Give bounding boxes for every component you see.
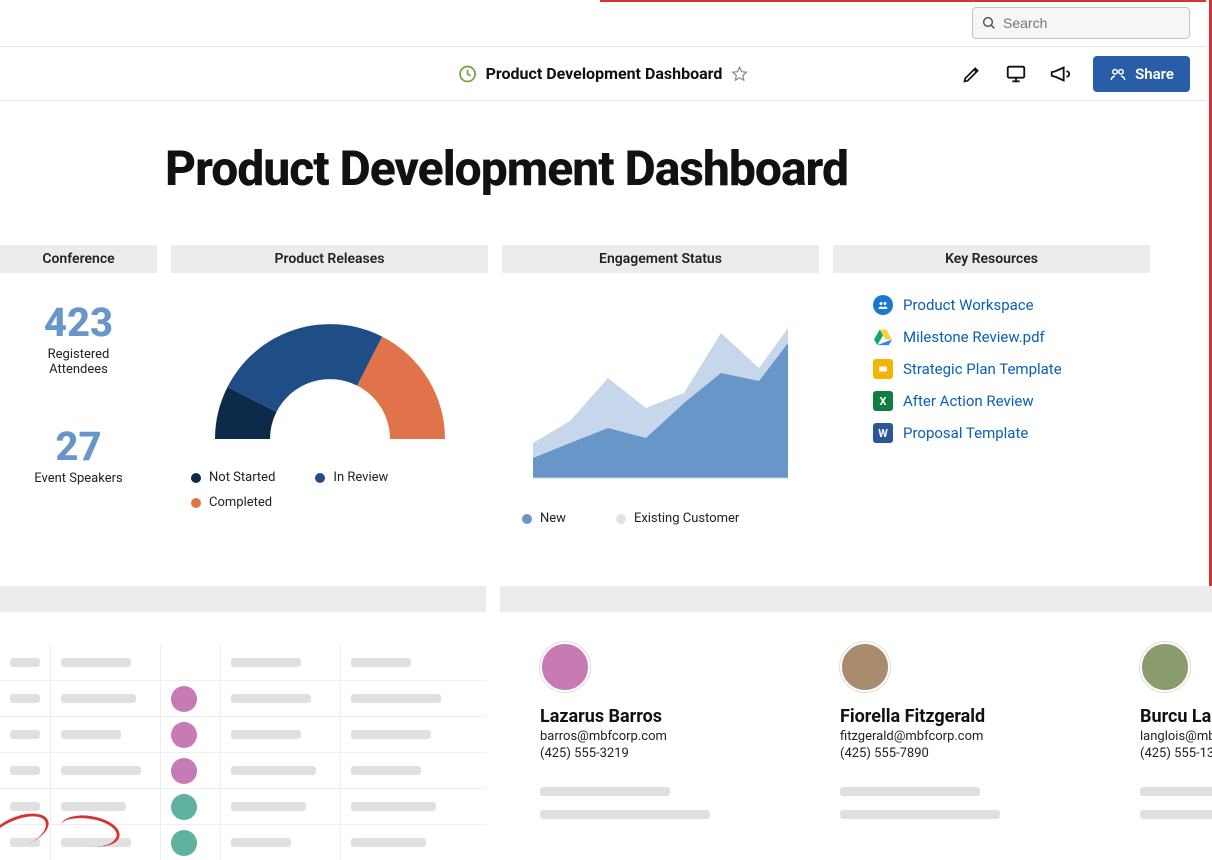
legend-new: New — [522, 511, 566, 526]
contact-name: Lazarus Barros — [540, 706, 800, 727]
area-chart — [528, 293, 793, 483]
avatar — [171, 794, 197, 820]
avatar — [171, 830, 197, 856]
avatar — [171, 686, 197, 712]
monitor-icon — [1005, 63, 1027, 85]
stat-registered-attendees-value: 423 — [0, 303, 157, 343]
resource-after-action-review[interactable]: X After Action Review — [873, 391, 1150, 411]
title-bar: Product Development Dashboard Share — [0, 47, 1206, 101]
card-header-resources: Key Resources — [833, 245, 1150, 273]
avatar — [840, 642, 890, 692]
avatar — [540, 642, 590, 692]
card-header-releases: Product Releases — [171, 245, 488, 273]
legend-completed: Completed — [191, 495, 272, 510]
panel-table-header — [0, 586, 486, 612]
table-row[interactable] — [0, 680, 486, 716]
contact-card[interactable]: Fiorella Fitzgerald fitzgerald@mbfcorp.c… — [840, 642, 1100, 819]
resource-proposal-template[interactable]: W Proposal Template — [873, 423, 1150, 443]
stat-event-speakers-label: Event Speakers — [0, 471, 157, 486]
contact-phone: (425) 555-7890 — [840, 746, 1100, 761]
google-slides-icon — [873, 359, 893, 379]
legend-not-started: Not Started — [191, 470, 275, 485]
resource-product-workspace[interactable]: Product Workspace — [873, 295, 1150, 315]
contact-email: barros@mbfcorp.com — [540, 729, 800, 744]
avatar — [171, 722, 197, 748]
search-input[interactable] — [1003, 15, 1184, 31]
panel-contacts: Lazarus Barros barros@mbfcorp.com (425) … — [500, 586, 1212, 860]
contact-email: langlois@mbfcorp.com — [1140, 729, 1212, 744]
avatar — [1140, 642, 1190, 692]
engagement-legend: New Existing Customer — [522, 511, 819, 526]
resource-strategic-plan[interactable]: Strategic Plan Template — [873, 359, 1150, 379]
stat-registered-attendees-label: Registered Attendees — [0, 347, 157, 377]
table-row[interactable] — [0, 752, 486, 788]
announce-button[interactable] — [1049, 63, 1071, 85]
word-icon: W — [873, 423, 893, 443]
dashboard-icon — [458, 64, 478, 84]
card-header-engagement: Engagement Status — [502, 245, 819, 273]
card-conference: Conference 423 Registered Attendees 27 E… — [0, 245, 157, 526]
pencil-icon — [962, 64, 982, 84]
search-box[interactable] — [972, 7, 1190, 39]
breadcrumb-title: Product Development Dashboard — [486, 64, 723, 83]
contact-email: fitzgerald@mbfcorp.com — [840, 729, 1100, 744]
edit-button[interactable] — [961, 63, 983, 85]
contact-name: Fiorella Fitzgerald — [840, 706, 1100, 727]
search-icon — [981, 15, 997, 31]
contact-phone: (425) 555-1387 — [1140, 746, 1212, 761]
star-icon — [730, 65, 748, 83]
stat-event-speakers-value: 27 — [0, 427, 157, 467]
avatar — [171, 758, 197, 784]
megaphone-icon — [1049, 63, 1071, 85]
card-product-releases: Product Releases Not Started In Review — [171, 245, 488, 526]
contact-name: Burcu Langlois — [1140, 706, 1212, 727]
contact-phone: (425) 555-3219 — [540, 746, 800, 761]
cards-row: Conference 423 Registered Attendees 27 E… — [0, 245, 1206, 526]
present-button[interactable] — [1005, 63, 1027, 85]
google-drive-icon — [873, 327, 893, 347]
favorite-button[interactable] — [730, 65, 748, 83]
table-row[interactable] — [0, 716, 486, 752]
panel-contacts-header — [500, 586, 1212, 612]
share-button[interactable]: Share — [1093, 56, 1190, 92]
table-header-row — [0, 644, 486, 680]
card-header-conference: Conference — [0, 245, 157, 273]
resource-milestone-review[interactable]: Milestone Review.pdf — [873, 327, 1150, 347]
people-icon — [1109, 65, 1127, 83]
share-label: Share — [1135, 65, 1174, 83]
excel-icon: X — [873, 391, 893, 411]
top-bar — [0, 0, 1206, 47]
bottom-row: Lazarus Barros barros@mbfcorp.com (425) … — [0, 586, 1206, 860]
card-engagement-status: Engagement Status New Existing Customer — [502, 245, 819, 526]
donut-chart — [195, 289, 465, 454]
card-key-resources: Key Resources Product Workspace Mileston… — [833, 245, 1150, 526]
legend-existing: Existing Customer — [616, 511, 739, 526]
contact-card[interactable]: Burcu Langlois langlois@mbfcorp.com (425… — [1140, 642, 1212, 819]
contact-card[interactable]: Lazarus Barros barros@mbfcorp.com (425) … — [540, 642, 800, 819]
page-title: Product Development Dashboard — [165, 140, 848, 197]
legend-in-review: In Review — [315, 470, 388, 485]
people-circle-icon — [873, 295, 893, 315]
releases-legend: Not Started In Review Completed — [191, 470, 468, 510]
